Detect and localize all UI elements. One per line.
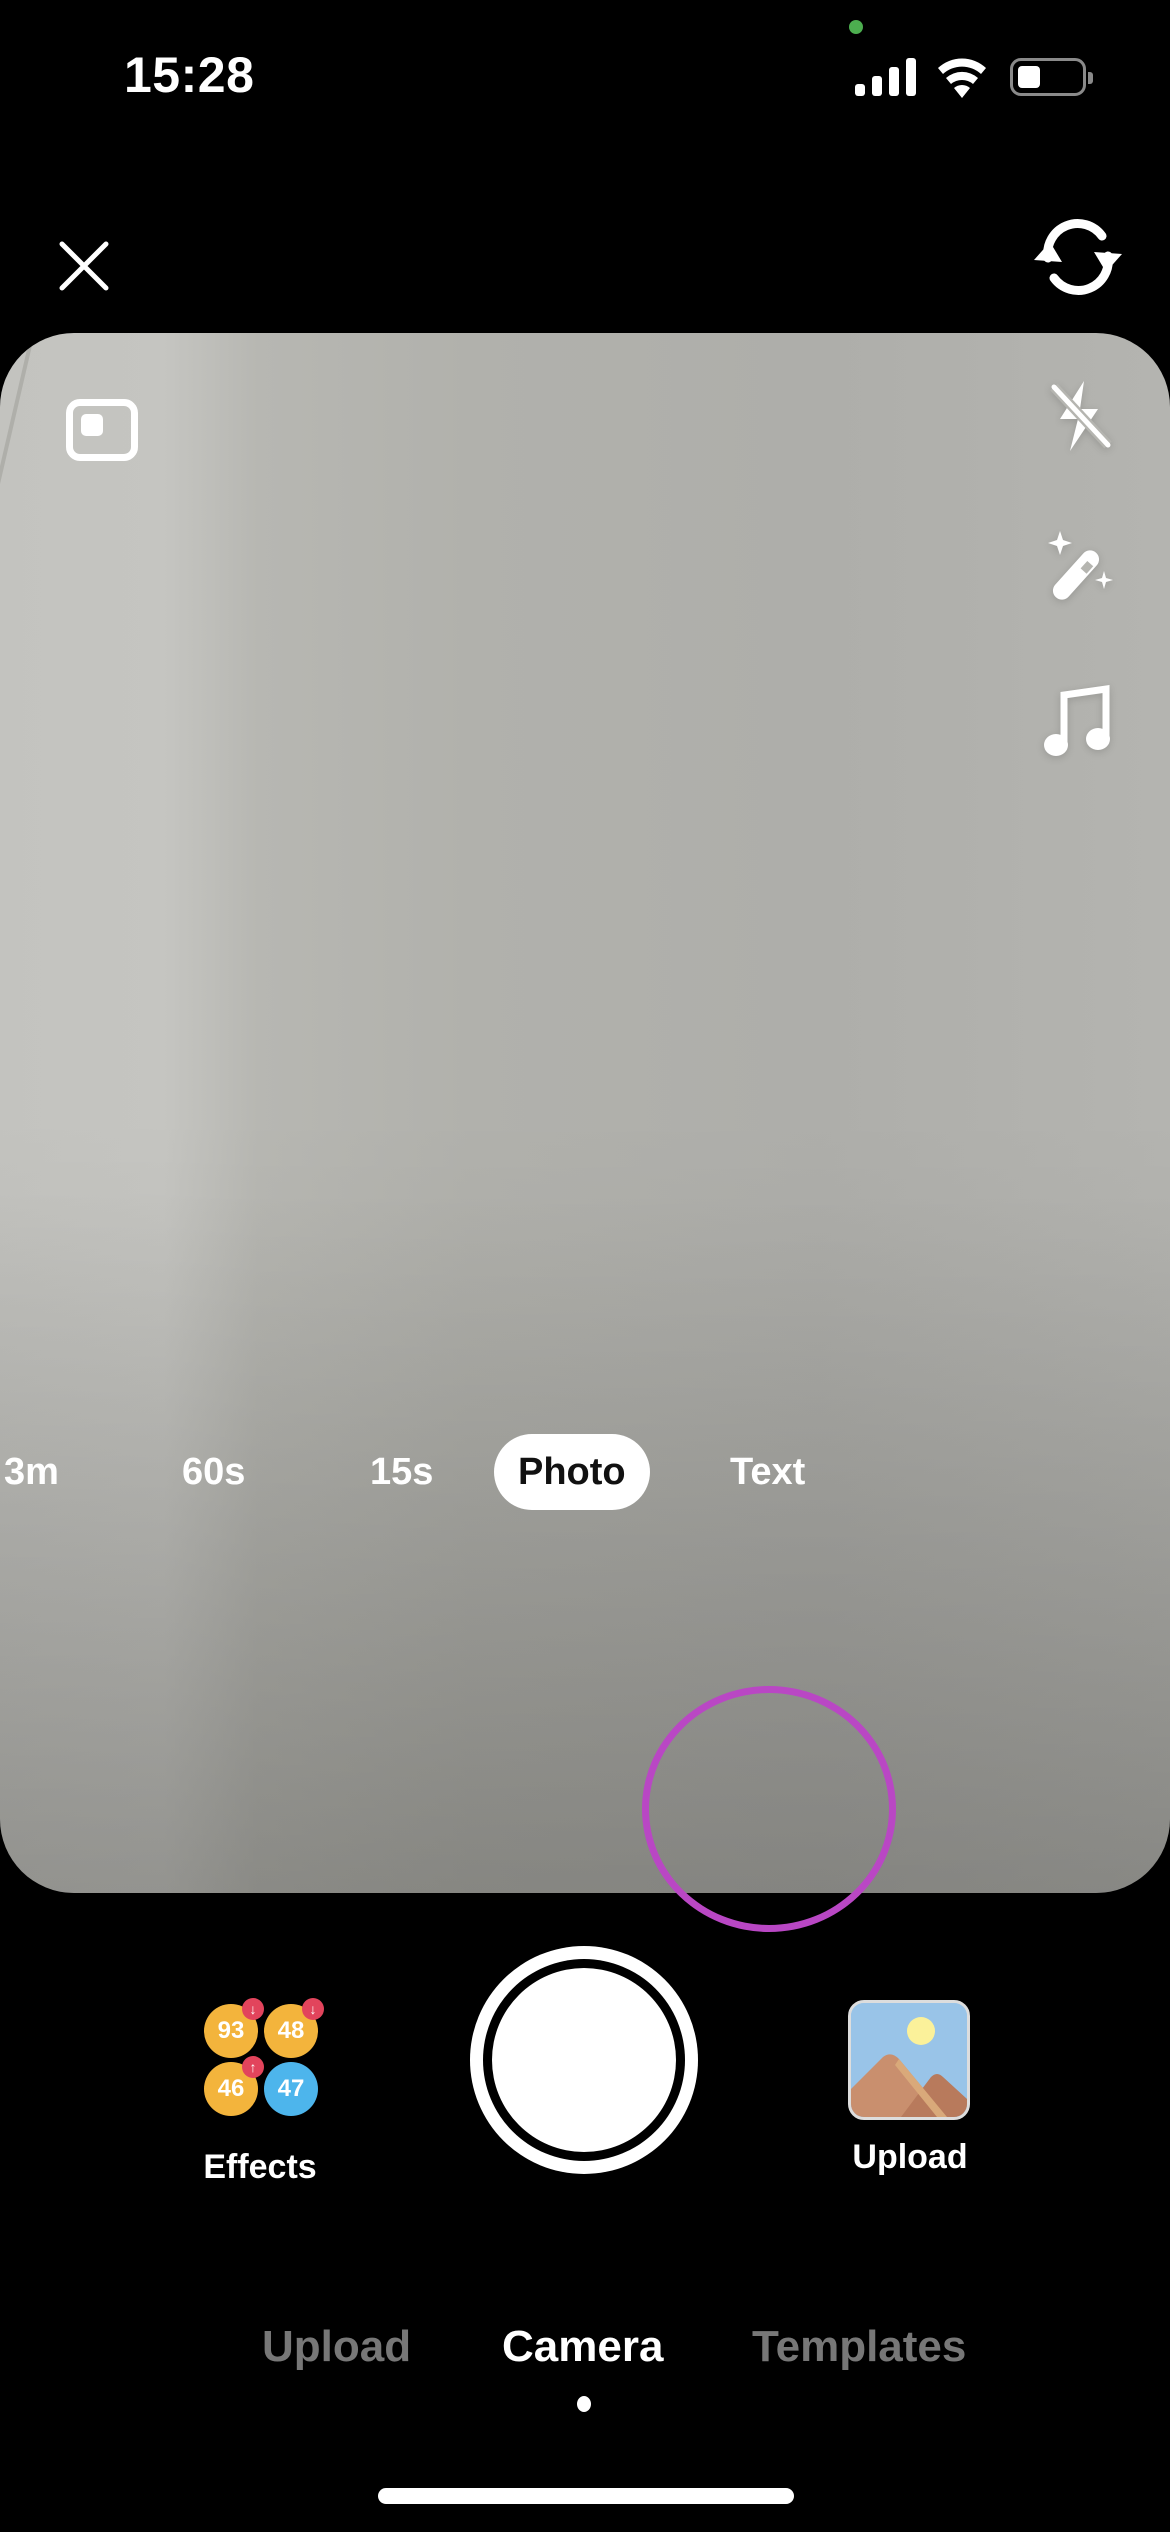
effects-bubble: 48 ↓ xyxy=(264,1998,324,2058)
effects-bubble: 46 ↑ xyxy=(204,2056,264,2116)
close-icon[interactable] xyxy=(54,236,114,296)
mode-15s[interactable]: 15s xyxy=(370,1434,433,1510)
mode-photo[interactable]: Photo xyxy=(494,1434,650,1510)
music-note-icon[interactable] xyxy=(1040,681,1120,761)
effects-button[interactable]: 93 ↓ 48 ↓ 46 ↑ 47 Effects xyxy=(190,1996,330,2196)
mode-60s[interactable]: 60s xyxy=(182,1434,245,1510)
battery-icon xyxy=(1010,58,1093,96)
arrow-down-icon: ↓ xyxy=(302,1998,324,2020)
arrow-down-icon: ↓ xyxy=(242,1998,264,2020)
flash-off-icon[interactable] xyxy=(1040,375,1120,455)
aspect-ratio-button[interactable] xyxy=(66,399,138,461)
shutter-button[interactable] xyxy=(470,1946,698,2174)
flip-camera-icon[interactable] xyxy=(1030,214,1126,300)
mode-text[interactable]: Text xyxy=(730,1434,805,1510)
tab-camera[interactable]: Camera xyxy=(502,2322,663,2372)
aspect-ratio-icon xyxy=(81,414,103,436)
upload-label: Upload xyxy=(852,2138,968,2176)
upload-button[interactable] xyxy=(848,2000,970,2120)
gallery-image-icon xyxy=(851,2003,967,2117)
cellular-signal-icon xyxy=(855,58,917,96)
capture-mode-selector: 3m 60s 15s Photo Text xyxy=(0,1434,1170,1530)
effects-label: Effects xyxy=(203,2148,317,2186)
wifi-icon xyxy=(938,58,986,98)
active-tab-indicator xyxy=(577,2396,591,2412)
privacy-indicator-dot xyxy=(849,20,863,34)
magic-wand-icon[interactable] xyxy=(1040,527,1120,607)
arrow-up-icon: ↑ xyxy=(242,2056,264,2078)
mode-3m[interactable]: 3m xyxy=(4,1434,59,1510)
effects-bubble: 47 xyxy=(264,2062,318,2116)
home-indicator[interactable] xyxy=(378,2488,794,2504)
effects-bubble: 93 ↓ xyxy=(204,1998,264,2058)
tab-templates[interactable]: Templates xyxy=(752,2322,966,2372)
status-time: 15:28 xyxy=(124,47,255,103)
tab-upload[interactable]: Upload xyxy=(262,2322,411,2372)
camera-preview[interactable] xyxy=(0,333,1170,1893)
